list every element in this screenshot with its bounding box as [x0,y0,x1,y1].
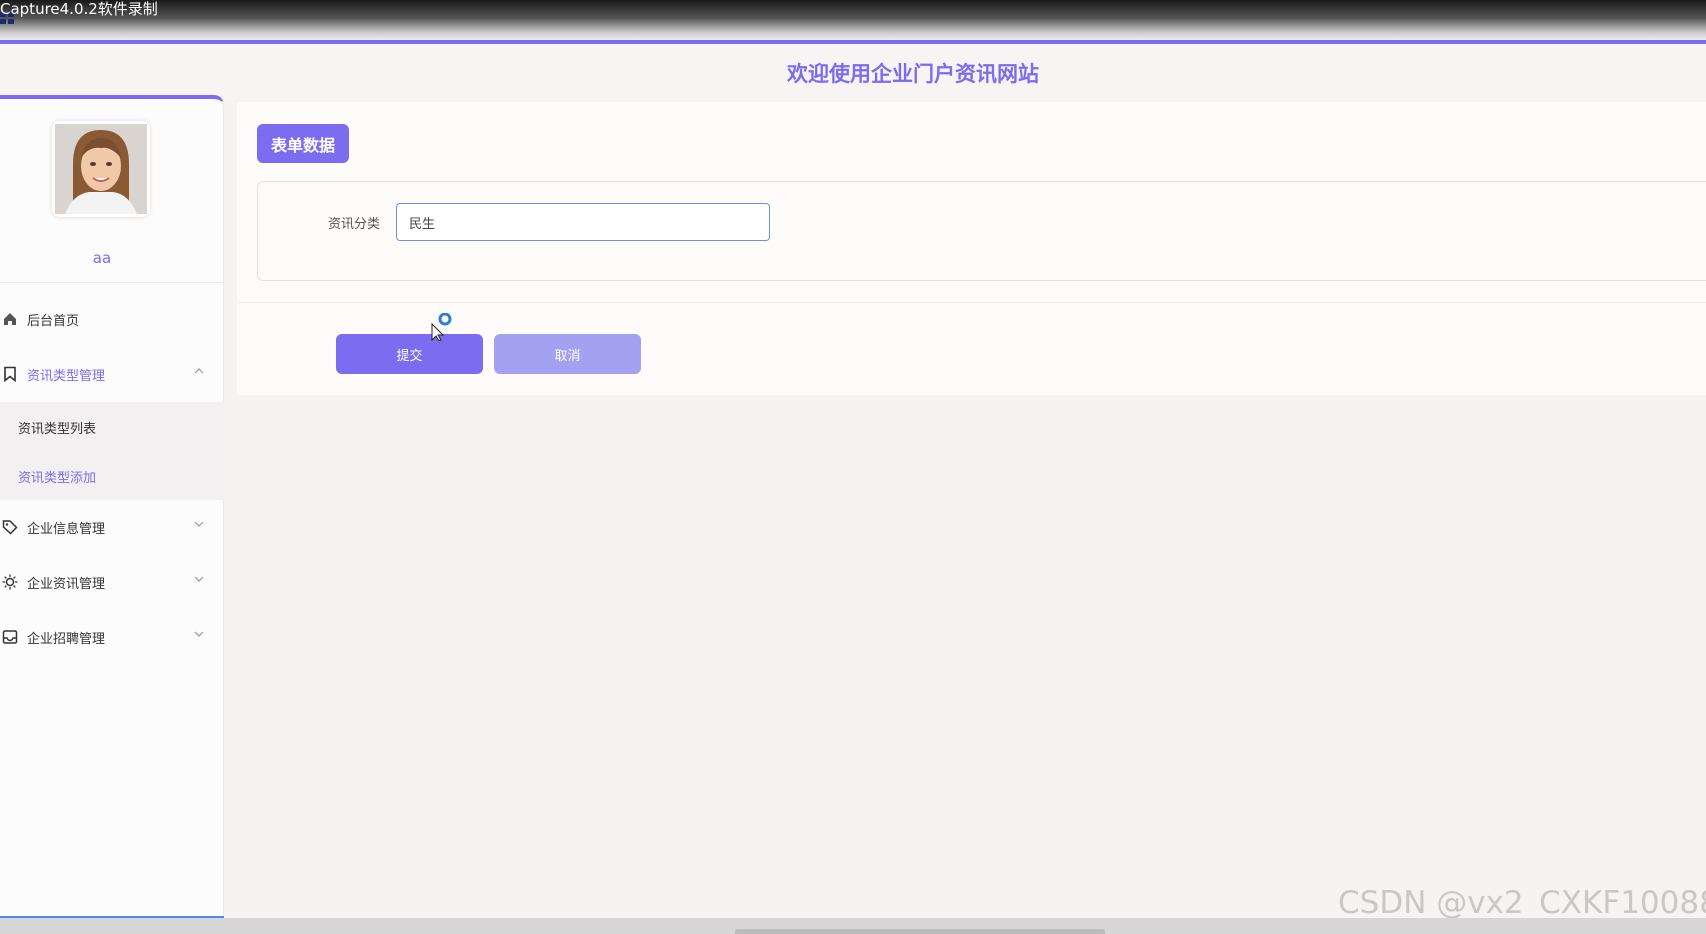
divider [237,302,1706,303]
sidebar-item-company-news[interactable]: 企业资讯管理 [0,555,224,610]
sidebar-item-label: 企业信息管理 [27,522,106,537]
submenu-news-type: 资讯类型列表 资讯类型添加 [0,402,224,500]
chevron-down-icon [194,521,204,527]
mouse-cursor-icon [431,313,452,341]
sidebar-item-news-type[interactable]: 资讯类型管理 [0,347,224,402]
sidebar-item-label: 资讯类型管理 [27,369,106,384]
home-icon [4,313,16,325]
sidebar: aa 后台首页 资讯类型管理 资讯类型列表 资讯类型添加 企业信息管理 企业资讯… [0,95,224,920]
recorder-title: Capture4.0.2软件录制 [0,0,158,18]
sidebar-item-company-info[interactable]: 企业信息管理 [0,500,224,555]
sidebar-item-label: 企业招聘管理 [27,632,106,647]
submit-button[interactable]: 提交 [336,334,483,374]
form-title-badge: 表单数据 [257,124,349,163]
category-input[interactable] [396,203,770,241]
main-panel: 表单数据 资讯分类 提交 取消 [237,102,1706,395]
sidebar-item-dashboard[interactable]: 后台首页 [0,292,224,347]
sidebar-menu: 后台首页 资讯类型管理 资讯类型列表 资讯类型添加 企业信息管理 企业资讯管理 … [0,292,224,665]
submenu-item-news-type-list[interactable]: 资讯类型列表 [18,418,96,437]
bookmark-icon [4,366,16,382]
form-card: 资讯分类 [257,181,1706,281]
chevron-down-icon [194,631,204,637]
watermark: CSDN @vx2_CXKF10088 [1338,885,1706,921]
category-label: 资讯分类 [328,217,381,232]
sidebar-item-label: 后台首页 [27,314,80,329]
tag-icon [2,520,18,535]
submenu-item-news-type-add[interactable]: 资讯类型添加 [18,467,96,486]
page-header: 欢迎使用企业门户资讯网站 [0,44,1706,100]
inbox-icon [2,630,18,644]
site-title: 欢迎使用企业门户资讯网站 [787,62,1039,86]
chevron-up-icon [194,368,204,374]
sun-icon [2,574,18,590]
taskbar [0,918,1706,934]
username: aa [92,249,112,267]
sidebar-item-company-recruit[interactable]: 企业招聘管理 [0,610,224,665]
sidebar-item-label: 企业资讯管理 [27,577,106,592]
recorder-bar: Capture4.0.2软件录制 [0,0,1706,40]
divider [0,282,224,283]
avatar[interactable] [52,121,150,217]
cancel-button[interactable]: 取消 [494,334,641,374]
avatar-photo [55,124,147,214]
taskbar-item [735,929,1105,934]
chevron-down-icon [194,576,204,582]
